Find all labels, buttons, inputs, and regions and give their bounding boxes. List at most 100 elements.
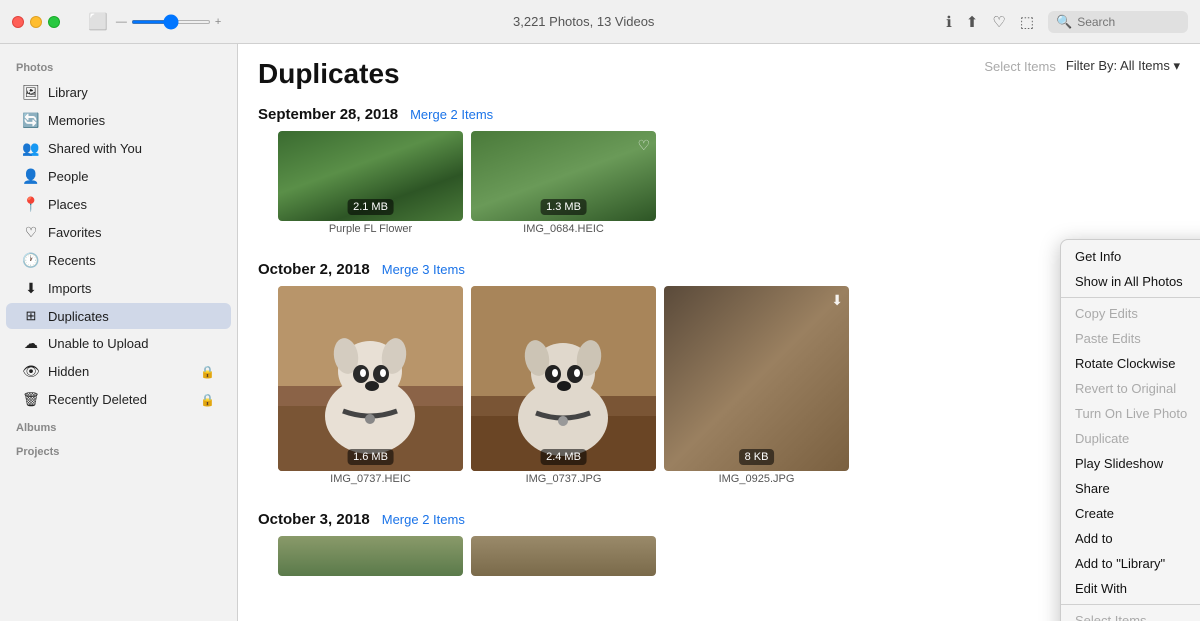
slideshow-icon[interactable]: ⬜ [88,12,108,32]
photo-thumb-dog3[interactable]: ⬇ 8 KB [664,286,849,471]
sidebar-label-recents: Recents [48,253,96,268]
sidebar-label-duplicates: Duplicates [48,309,109,324]
download-badge: ⬇ [831,292,843,309]
photo-thumb-heic[interactable]: ♡ 1.3 MB [471,131,656,221]
share-icon[interactable]: ⬆ [966,13,979,31]
sidebar-label-imports: Imports [48,281,91,296]
select-items-button[interactable]: Select Items [984,59,1056,74]
shared-icon: 👥 [22,140,40,157]
zoom-minus-icon: — [116,16,127,28]
hidden-lock-icon: 🔒 [200,365,215,379]
main-layout: Photos 🖼 Library 🔄 Memories 👥 Shared wit… [0,44,1200,621]
heart-icon[interactable]: ♡ [992,13,1005,31]
photo-column: 2.1 MB Purple FL Flower [278,131,463,237]
photo-label-heic: IMG_0684.HEIC [471,221,656,237]
sidebar-label-shared: Shared with You [48,141,142,156]
photo-column-dog3: ⬇ 8 KB IMG_0925.JPG [664,286,849,487]
menu-item-pasteedits: Paste Edits [1061,326,1200,351]
content-header: Duplicates Select Items Filter By: All I… [238,44,1200,98]
library-icon: 🖼 [22,84,40,101]
merge-link-sep28[interactable]: Merge 2 Items [410,107,493,122]
dog-svg-2 [471,286,656,471]
search-input[interactable] [1077,15,1177,29]
sidebar-item-duplicates[interactable]: ⊞ Duplicates [6,303,231,329]
menu-item-addtolibrary[interactable]: Add to "Library" [1061,551,1200,576]
sidebar-label-memories: Memories [48,113,105,128]
photo-size-flower: 2.1 MB [347,199,394,215]
content-header-right: Select Items Filter By: All Items ▾ [984,58,1180,74]
info-icon[interactable]: ℹ [946,13,952,31]
zoom-range-input[interactable] [131,20,211,24]
sidebar-item-recents[interactable]: 🕐 Recents [6,247,231,274]
sidebar-label-deleted: Recently Deleted [48,392,147,407]
favorites-icon: ♡ [22,224,40,241]
sidebar-item-places[interactable]: 📍 Places [6,191,231,218]
sidebar-item-memories[interactable]: 🔄 Memories [6,107,231,134]
maximize-button[interactable] [48,16,60,28]
sidebar-item-imports[interactable]: ⬇ Imports [6,275,231,302]
unable-icon: ☁ [22,335,40,352]
photo-label-dog1: IMG_0737.HEIC [278,471,463,487]
menu-item-getinfo[interactable]: Get Info [1061,244,1200,269]
sidebar-item-library[interactable]: 🖼 Library [6,79,231,106]
title-bar-right: ℹ ⬆ ♡ ⬚ 🔍 [946,11,1188,33]
projects-section-title: Projects [0,438,237,462]
photo-size-dog3: 8 KB [739,449,775,465]
context-menu: Get Info Show in All Photos Copy Edits P… [1060,239,1200,621]
imports-icon: ⬇ [22,280,40,297]
photo-thumb-oct3b[interactable] [471,536,656,576]
duplicates-icon: ⊞ [22,308,40,324]
menu-item-editwith[interactable]: Edit With › [1061,576,1200,601]
merge-link-oct2[interactable]: Merge 3 Items [382,262,465,277]
sidebar-label-places: Places [48,197,87,212]
photo-thumb-dog2[interactable]: 2.4 MB [471,286,656,471]
date-row-oct2: October 2, 2018 Merge 3 Items [258,261,1180,278]
date-group-oct3: October 3, 2018 Merge 2 Items [238,503,1200,592]
search-icon: 🔍 [1056,14,1072,30]
crop-icon[interactable]: ⬚ [1020,13,1034,31]
date-label-sep28: September 28, 2018 [258,106,398,123]
sidebar-item-unable[interactable]: ☁ Unable to Upload [6,330,231,357]
menu-item-showinallphotos[interactable]: Show in All Photos [1061,269,1200,294]
date-group-sep28: September 28, 2018 Merge 2 Items 2.1 MB … [238,98,1200,253]
sidebar-item-people[interactable]: 👤 People [6,163,231,190]
filter-bar[interactable]: Filter By: All Items ▾ [1066,58,1180,74]
merge-link-oct3[interactable]: Merge 2 Items [382,512,465,527]
heart-badge: ♡ [637,137,650,154]
menu-item-rotatecw[interactable]: Rotate Clockwise [1061,351,1200,376]
photos-section-title: Photos [0,54,237,78]
photo-thumb-dog1[interactable]: 1.6 MB [278,286,463,471]
menu-item-slideshow[interactable]: Play Slideshow [1061,451,1200,476]
sidebar-label-people: People [48,169,88,184]
sidebar-item-favorites[interactable]: ♡ Favorites [6,219,231,246]
close-button[interactable] [12,16,24,28]
title-bar: ⬜ — + 3,221 Photos, 13 Videos ℹ ⬆ ♡ ⬚ 🔍 [0,0,1200,44]
menu-item-revertoriginal: Revert to Original [1061,376,1200,401]
photo-row-sep28: 2.1 MB Purple FL Flower ♡ 1.3 MB IMG_068… [258,131,1180,249]
menu-item-duplicate: Duplicate [1061,426,1200,451]
zoom-plus-icon: + [215,16,221,28]
zoom-slider: — + [116,16,221,28]
photo-column-dog2: 2.4 MB IMG_0737.JPG [471,286,656,487]
page-title: Duplicates [258,58,400,90]
sidebar-item-shared[interactable]: 👥 Shared with You [6,135,231,162]
photo-thumb-oct3a[interactable] [278,536,463,576]
traffic-lights [12,16,60,28]
sidebar-item-hidden[interactable]: 👁 Hidden 🔒 [6,358,231,385]
photo-size-heic: 1.3 MB [540,199,587,215]
minimize-button[interactable] [30,16,42,28]
menu-item-copyedits: Copy Edits [1061,301,1200,326]
sidebar-label-hidden: Hidden [48,364,89,379]
date-label-oct3: October 3, 2018 [258,511,370,528]
photo-label-dog2: IMG_0737.JPG [471,471,656,487]
menu-item-turnon-livephoto: Turn On Live Photo [1061,401,1200,426]
menu-item-share[interactable]: Share › [1061,476,1200,501]
menu-item-selectitems: Select Items [1061,608,1200,621]
menu-item-create[interactable]: Create › [1061,501,1200,526]
sidebar-item-deleted[interactable]: 🗑 Recently Deleted 🔒 [6,386,231,413]
menu-item-addto[interactable]: Add to › [1061,526,1200,551]
memories-icon: 🔄 [22,112,40,129]
sidebar-label-favorites: Favorites [48,225,101,240]
photo-thumb-flower[interactable]: 2.1 MB [278,131,463,221]
search-bar[interactable]: 🔍 [1048,11,1188,33]
